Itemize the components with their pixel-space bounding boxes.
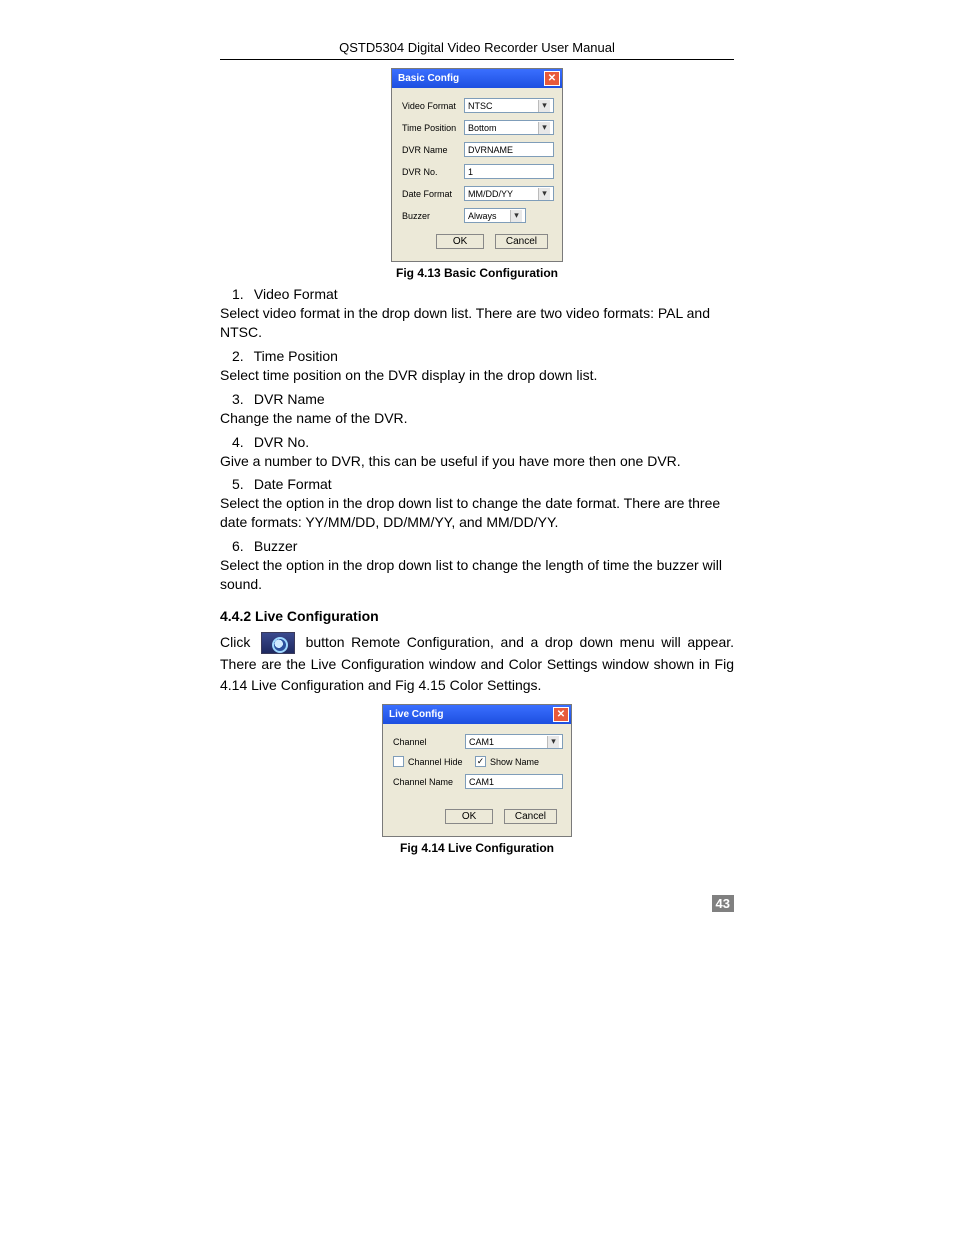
item-title: Time Position <box>254 348 338 364</box>
page-header: QSTD5304 Digital Video Recorder User Man… <box>220 40 734 60</box>
ok-button[interactable]: OK <box>445 809 493 824</box>
time-position-label: Time Position <box>402 123 464 133</box>
item-text: Give a number to DVR, this can be useful… <box>220 452 734 471</box>
list-item: 1. Video Format <box>232 286 734 302</box>
video-format-label: Video Format <box>402 101 464 111</box>
item-number: 4. <box>232 434 250 450</box>
close-icon[interactable]: ✕ <box>544 71 560 86</box>
channel-hide-checkbox[interactable] <box>393 756 404 767</box>
list-item: 5. Date Format <box>232 476 734 492</box>
item-title: DVR No. <box>254 434 309 450</box>
list-item: 6. Buzzer <box>232 538 734 554</box>
list-item: 3. DVR Name <box>232 391 734 407</box>
page-number: 43 <box>220 895 734 912</box>
video-format-select[interactable]: NTSC ▾ <box>464 98 554 113</box>
section-heading: 4.4.2 Live Configuration <box>220 608 734 624</box>
dialog-title: Basic Config <box>398 73 459 84</box>
dvr-name-input[interactable]: DVRNAME <box>464 142 554 157</box>
figure-caption: Fig 4.14 Live Configuration <box>220 841 734 855</box>
field-value: 1 <box>468 167 473 177</box>
channel-label: Channel <box>393 737 465 747</box>
field-value: CAM1 <box>469 777 494 787</box>
chevron-down-icon: ▾ <box>538 122 550 134</box>
item-title: Video Format <box>254 286 338 302</box>
date-format-select[interactable]: MM/DD/YY ▾ <box>464 186 554 201</box>
item-number: 5. <box>232 476 250 492</box>
channel-name-label: Channel Name <box>393 777 465 787</box>
item-number: 6. <box>232 538 250 554</box>
live-config-dialog: Live Config ✕ Channel CAM1 ▾ Channel Hid… <box>382 704 572 837</box>
field-value: CAM1 <box>469 737 494 747</box>
channel-name-input[interactable]: CAM1 <box>465 774 563 789</box>
item-title: Date Format <box>254 476 332 492</box>
buzzer-label: Buzzer <box>402 211 464 221</box>
dvr-name-label: DVR Name <box>402 145 464 155</box>
buzzer-select[interactable]: Always ▾ <box>464 208 526 223</box>
channel-select[interactable]: CAM1 ▾ <box>465 734 563 749</box>
field-value: Bottom <box>468 123 497 133</box>
field-value: DVRNAME <box>468 145 513 155</box>
dialog-title: Live Config <box>389 709 443 720</box>
field-value: MM/DD/YY <box>468 189 513 199</box>
list-item: 4. DVR No. <box>232 434 734 450</box>
item-number: 1. <box>232 286 250 302</box>
item-title: DVR Name <box>254 391 325 407</box>
dvr-no-input[interactable]: 1 <box>464 164 554 179</box>
chevron-down-icon: ▾ <box>538 100 550 112</box>
close-icon[interactable]: ✕ <box>553 707 569 722</box>
dvr-no-label: DVR No. <box>402 167 464 177</box>
item-text: Select video format in the drop down lis… <box>220 304 734 342</box>
text-fragment: button Remote Configuration, and a drop … <box>220 634 734 693</box>
ok-button[interactable]: OK <box>436 234 484 249</box>
body-paragraph: Click button Remote Configuration, and a… <box>220 632 734 696</box>
dialog-titlebar: Basic Config ✕ <box>392 69 562 88</box>
date-format-label: Date Format <box>402 189 464 199</box>
text-fragment: Click <box>220 634 250 650</box>
chevron-down-icon: ▾ <box>547 736 559 748</box>
channel-hide-label: Channel Hide <box>408 757 463 767</box>
chevron-down-icon: ▾ <box>538 188 550 200</box>
item-text: Select time position on the DVR display … <box>220 366 734 385</box>
show-name-label: Show Name <box>490 757 539 767</box>
time-position-select[interactable]: Bottom ▾ <box>464 120 554 135</box>
item-text: Select the option in the drop down list … <box>220 556 734 594</box>
cancel-button[interactable]: Cancel <box>504 809 557 824</box>
remote-config-icon <box>261 632 295 654</box>
figure-caption: Fig 4.13 Basic Configuration <box>220 266 734 280</box>
item-title: Buzzer <box>254 538 298 554</box>
item-text: Select the option in the drop down list … <box>220 494 734 532</box>
list-item: 2. Time Position <box>232 348 734 364</box>
basic-config-dialog: Basic Config ✕ Video Format NTSC ▾ Time … <box>391 68 563 262</box>
field-value: NTSC <box>468 101 493 111</box>
dialog-titlebar: Live Config ✕ <box>383 705 571 724</box>
item-number: 3. <box>232 391 250 407</box>
field-value: Always <box>468 211 497 221</box>
item-text: Change the name of the DVR. <box>220 409 734 428</box>
chevron-down-icon: ▾ <box>510 210 522 222</box>
item-number: 2. <box>232 348 250 364</box>
cancel-button[interactable]: Cancel <box>495 234 548 249</box>
show-name-checkbox[interactable]: ✓ <box>475 756 486 767</box>
